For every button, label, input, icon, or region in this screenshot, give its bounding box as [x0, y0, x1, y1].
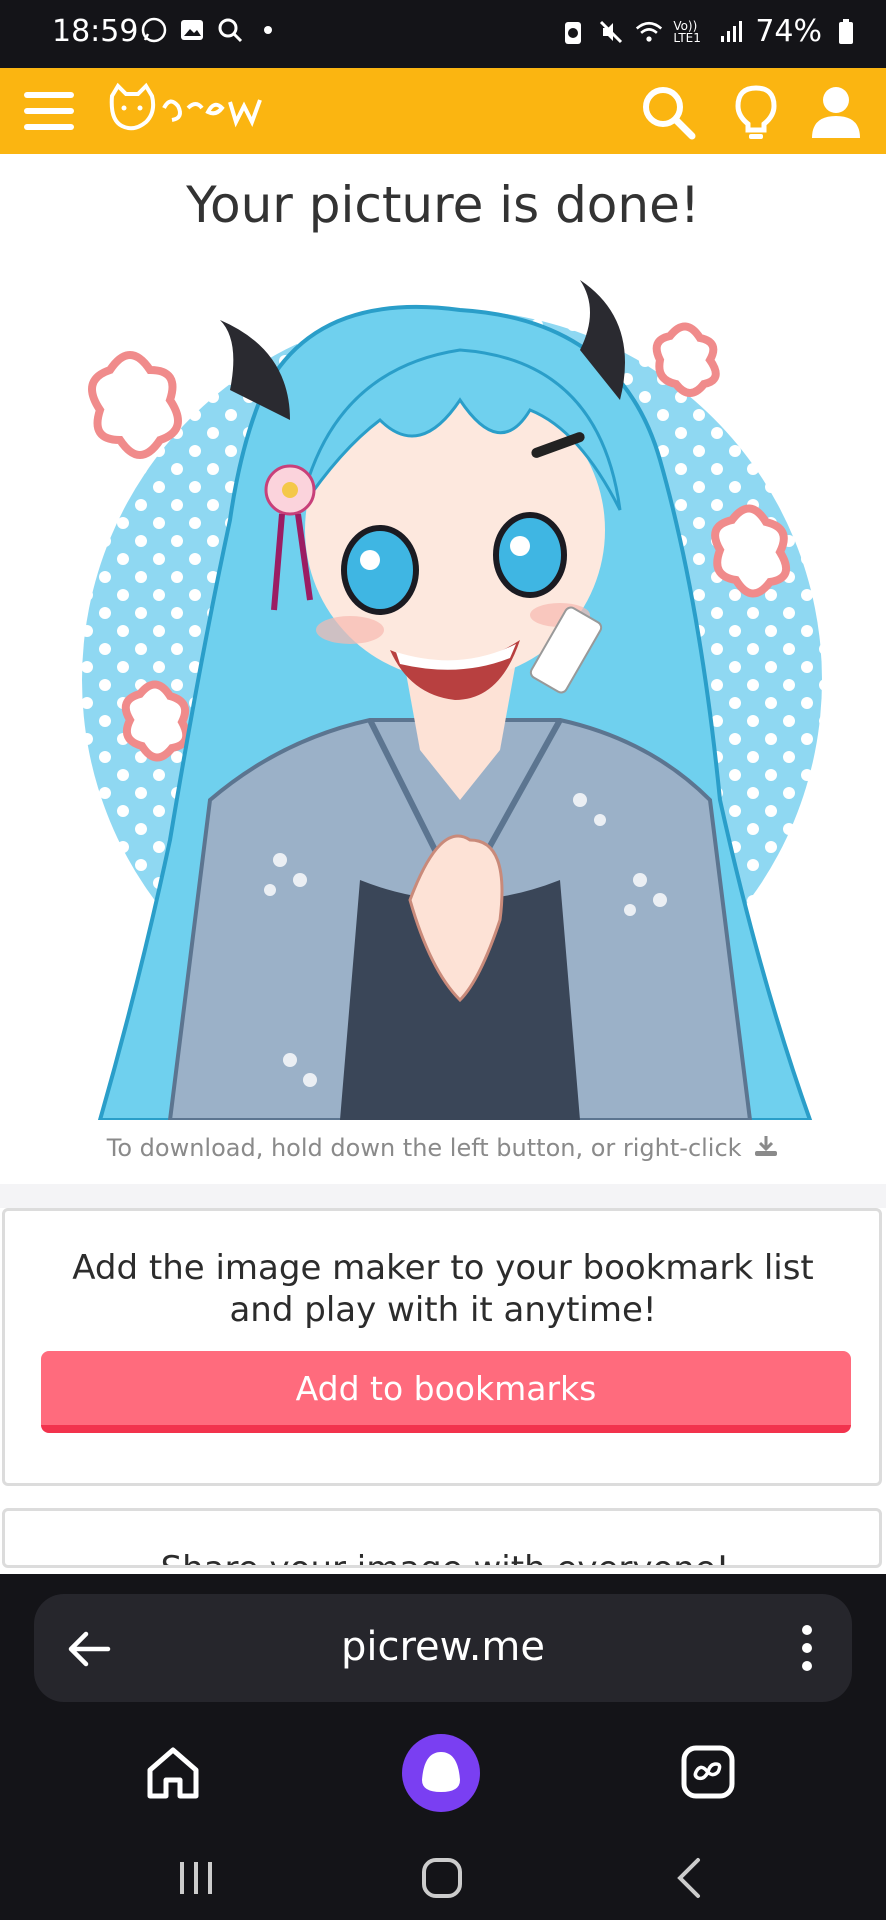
menu-icon[interactable] — [22, 86, 76, 136]
app-header — [0, 68, 886, 154]
status-time: 18:59 — [52, 14, 139, 49]
section-divider — [0, 1184, 886, 1208]
search-icon[interactable] — [638, 82, 698, 142]
generated-character-image[interactable] — [60, 280, 860, 1122]
dot-icon — [254, 16, 282, 44]
download-hint-text: To download, hold down the left button, … — [106, 1134, 742, 1162]
back-chevron-icon[interactable] — [672, 1856, 708, 1900]
browser-bottom-bar: picrew.me — [0, 1574, 886, 1920]
status-left-icons — [140, 16, 282, 44]
add-to-bookmarks-button[interactable]: Add to bookmarks — [41, 1351, 851, 1433]
share-card: Share your image with everyone! — [2, 1508, 882, 1568]
battery-icon — [832, 18, 860, 46]
address-bar[interactable]: picrew.me — [34, 1594, 852, 1702]
mute-icon — [597, 18, 625, 46]
more-vert-icon[interactable] — [792, 1622, 822, 1674]
url-text[interactable]: picrew.me — [134, 1624, 752, 1670]
home-icon[interactable] — [142, 1742, 204, 1804]
download-icon — [753, 1134, 779, 1164]
share-message: Share your image with everyone! — [5, 1549, 879, 1565]
search-icon — [216, 16, 244, 44]
page-title: Your picture is done! — [186, 176, 700, 234]
volte-icon: Vo)) LTE1 — [673, 18, 701, 45]
recent-apps-icon[interactable] — [176, 1858, 216, 1898]
picrew-logo[interactable] — [104, 82, 280, 140]
download-hint: To download, hold down the left button, … — [0, 1134, 886, 1164]
bookmark-card: Add the image maker to your bookmark lis… — [2, 1208, 882, 1486]
gallery-icon — [178, 16, 206, 44]
signal-icon — [717, 18, 745, 46]
browser-nav-row — [0, 1724, 886, 1834]
battery-percent: 74% — [755, 14, 822, 49]
lightbulb-icon[interactable] — [726, 82, 786, 142]
status-bar: 18:59 Vo)) LTE1 74% — [0, 0, 886, 68]
bookmark-message: Add the image maker to your bookmark lis… — [72, 1248, 814, 1330]
assistant-icon[interactable] — [402, 1734, 480, 1812]
back-arrow-icon[interactable] — [64, 1624, 114, 1674]
home-circle-icon[interactable] — [420, 1856, 464, 1900]
system-nav-bar — [0, 1844, 886, 1920]
whatsapp-icon — [140, 16, 168, 44]
battery-saver-icon — [559, 18, 587, 46]
wifi-icon — [635, 18, 663, 46]
user-icon[interactable] — [806, 82, 866, 142]
tabs-icon[interactable] — [678, 1742, 738, 1802]
status-right-icons: Vo)) LTE1 74% — [559, 14, 860, 49]
